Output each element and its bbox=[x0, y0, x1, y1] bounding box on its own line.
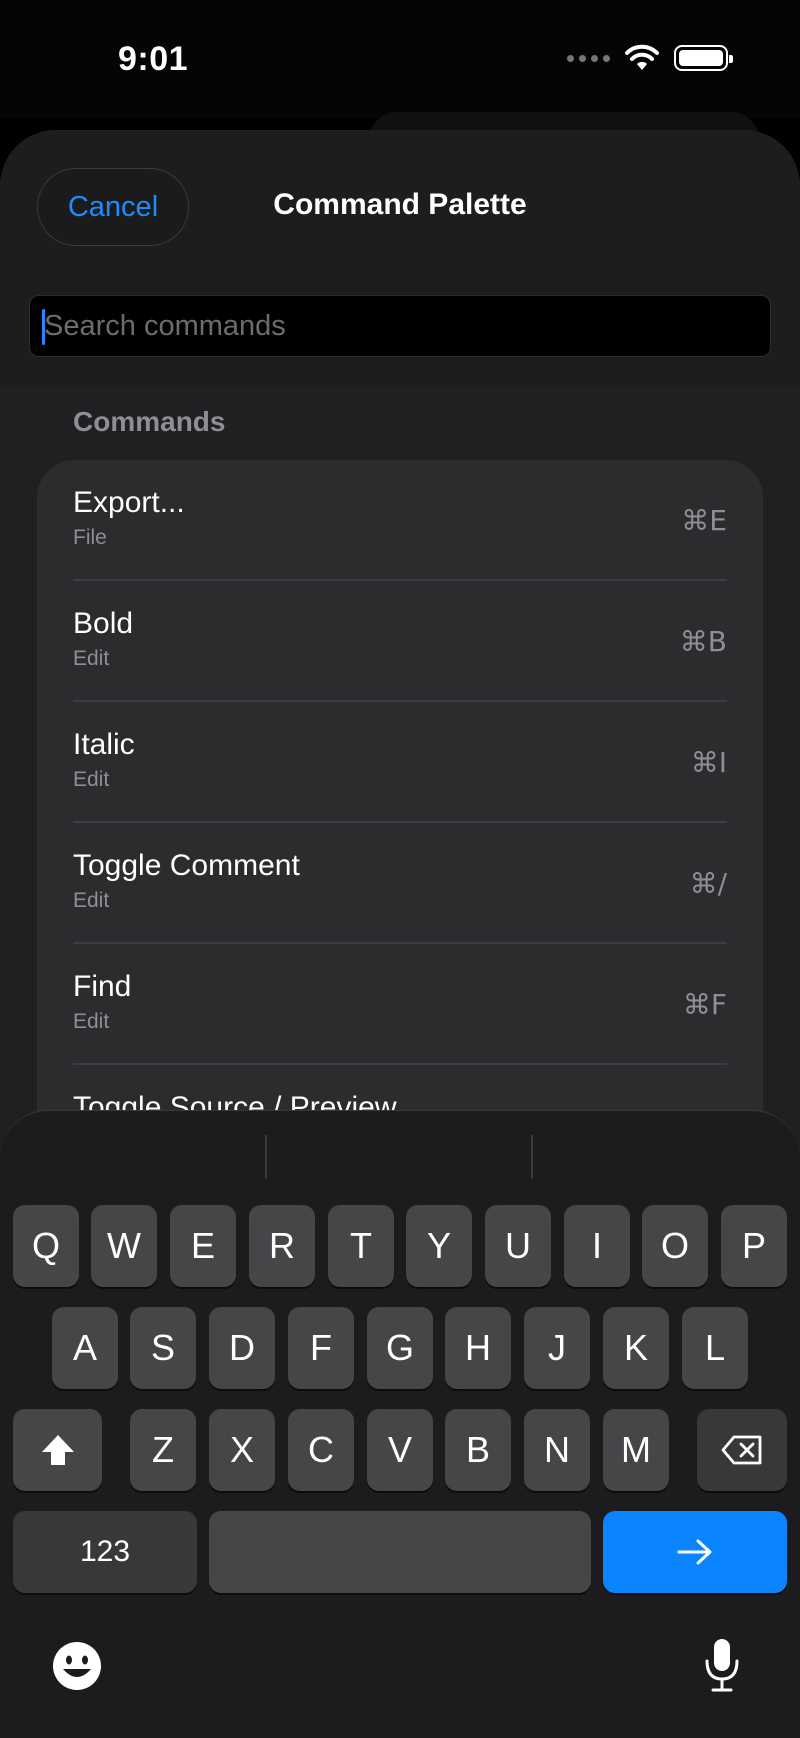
status-icons bbox=[567, 44, 733, 72]
space-key[interactable] bbox=[209, 1511, 591, 1593]
key-u[interactable]: U bbox=[485, 1205, 551, 1287]
key-c[interactable]: C bbox=[288, 1409, 354, 1491]
key-t[interactable]: T bbox=[328, 1205, 394, 1287]
delete-key[interactable] bbox=[697, 1409, 787, 1491]
search-field[interactable] bbox=[29, 295, 771, 357]
predictive-divider bbox=[265, 1135, 267, 1179]
command-title: Bold bbox=[73, 607, 134, 640]
sheet-header: Cancel Command Palette bbox=[0, 130, 800, 386]
command-shortcut: ⌘E bbox=[681, 504, 727, 537]
command-category: Edit bbox=[73, 647, 110, 670]
key-s[interactable]: S bbox=[130, 1307, 196, 1389]
battery-icon bbox=[674, 45, 733, 71]
key-q[interactable]: Q bbox=[13, 1205, 79, 1287]
numbers-key[interactable]: 123 bbox=[13, 1511, 197, 1593]
command-title: Export... bbox=[73, 486, 185, 519]
command-row-bold[interactable]: Bold Edit ⌘B bbox=[73, 581, 763, 702]
command-shortcut: ⌘/ bbox=[689, 867, 727, 900]
wifi-icon bbox=[625, 44, 659, 70]
key-o[interactable]: O bbox=[642, 1205, 708, 1287]
command-shortcut: ⌘B bbox=[679, 625, 727, 658]
key-h[interactable]: H bbox=[445, 1307, 511, 1389]
command-category: Edit bbox=[73, 1010, 110, 1033]
key-y[interactable]: Y bbox=[406, 1205, 472, 1287]
key-i[interactable]: I bbox=[564, 1205, 630, 1287]
command-title: Toggle Comment bbox=[73, 849, 300, 882]
key-l[interactable]: L bbox=[682, 1307, 748, 1389]
onscreen-keyboard: Q W E R T Y U I O P A S D F G H J K L Z … bbox=[0, 1110, 800, 1738]
command-row-find[interactable]: Find Edit ⌘F bbox=[73, 944, 763, 1065]
key-n[interactable]: N bbox=[524, 1409, 590, 1491]
key-f[interactable]: F bbox=[288, 1307, 354, 1389]
key-r[interactable]: R bbox=[249, 1205, 315, 1287]
key-j[interactable]: J bbox=[524, 1307, 590, 1389]
command-title: Italic bbox=[73, 728, 135, 761]
command-title: Find bbox=[73, 970, 132, 1003]
search-input[interactable] bbox=[44, 296, 744, 356]
key-g[interactable]: G bbox=[367, 1307, 433, 1389]
status-time: 9:01 bbox=[118, 40, 189, 78]
command-shortcut: ⌘F bbox=[682, 988, 727, 1021]
section-header: Commands bbox=[73, 406, 226, 437]
delete-backward-icon bbox=[721, 1435, 762, 1465]
command-shortcut: ⌘I bbox=[690, 746, 727, 779]
key-w[interactable]: W bbox=[91, 1205, 157, 1287]
predictive-divider bbox=[531, 1135, 533, 1179]
key-e[interactable]: E bbox=[170, 1205, 236, 1287]
key-d[interactable]: D bbox=[209, 1307, 275, 1389]
key-m[interactable]: M bbox=[603, 1409, 669, 1491]
command-category: File bbox=[73, 526, 107, 549]
command-row-italic[interactable]: Italic Edit ⌘I bbox=[73, 702, 763, 823]
emoji-icon[interactable] bbox=[52, 1641, 102, 1691]
key-x[interactable]: X bbox=[209, 1409, 275, 1491]
arrow-right-icon bbox=[677, 1539, 712, 1565]
command-category: Edit bbox=[73, 889, 110, 912]
status-bar: 9:01 bbox=[0, 0, 800, 118]
key-p[interactable]: P bbox=[721, 1205, 787, 1287]
command-category: Edit bbox=[73, 768, 110, 791]
go-key[interactable] bbox=[603, 1511, 787, 1593]
command-row-toggle-comment[interactable]: Toggle Comment Edit ⌘/ bbox=[73, 823, 763, 944]
command-row-export[interactable]: Export... File ⌘E bbox=[73, 460, 763, 581]
shift-key[interactable] bbox=[13, 1409, 102, 1491]
key-k[interactable]: K bbox=[603, 1307, 669, 1389]
key-v[interactable]: V bbox=[367, 1409, 433, 1491]
shift-icon bbox=[41, 1435, 74, 1465]
microphone-icon[interactable] bbox=[703, 1637, 741, 1693]
sheet-title: Command Palette bbox=[273, 188, 527, 221]
cellular-dots-icon bbox=[567, 54, 610, 62]
key-z[interactable]: Z bbox=[130, 1409, 196, 1491]
key-b[interactable]: B bbox=[445, 1409, 511, 1491]
key-a[interactable]: A bbox=[52, 1307, 118, 1389]
